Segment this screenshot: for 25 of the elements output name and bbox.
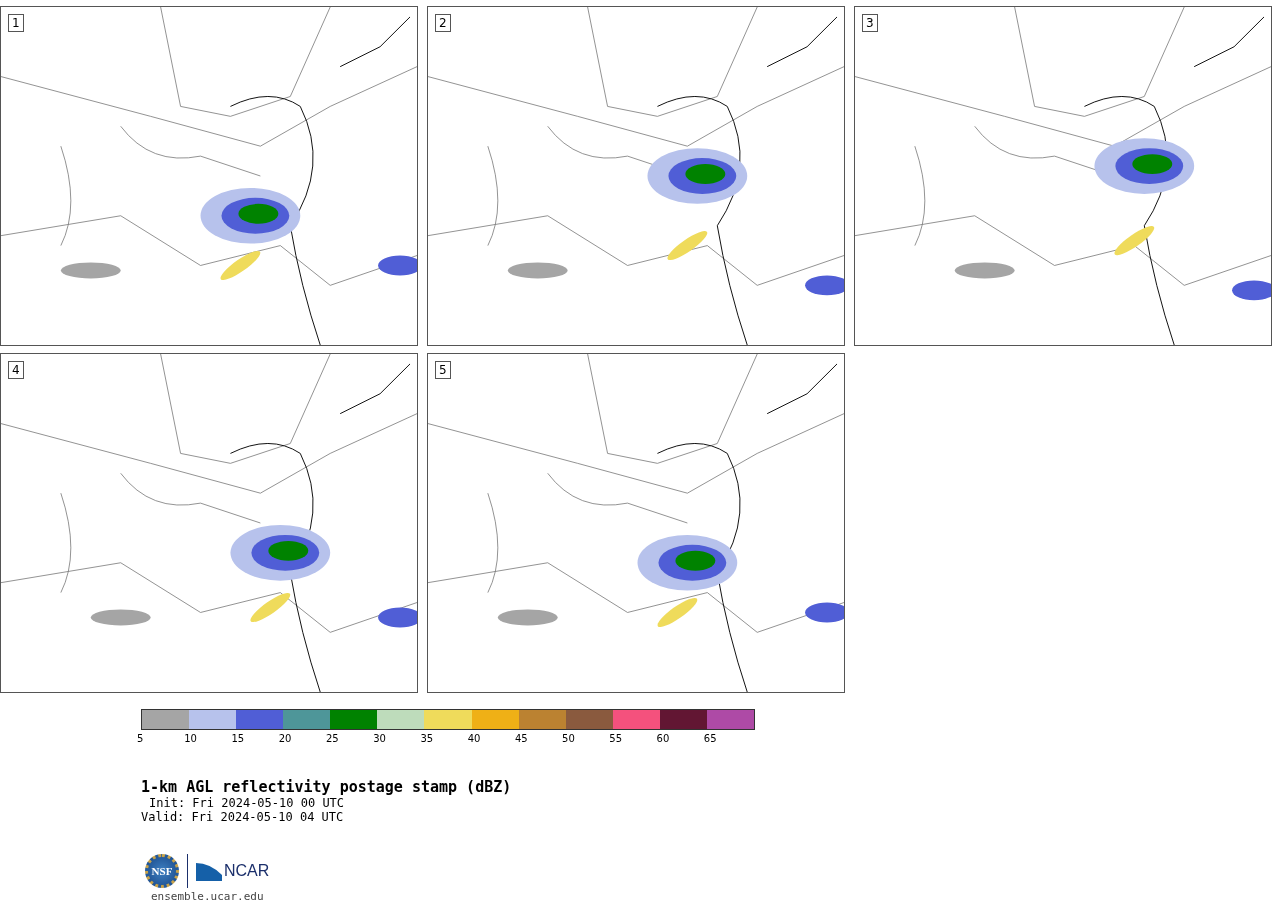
tick-label: 5 <box>137 733 144 744</box>
panel-number: 3 <box>862 14 878 32</box>
ncar-logo-text: NCAR <box>224 862 270 880</box>
tick-label: 20 <box>278 733 292 744</box>
panel-number: 5 <box>435 361 451 379</box>
tick-label: 65 <box>703 733 717 744</box>
tick-label: 30 <box>373 733 386 744</box>
panel-number: 4 <box>8 361 24 379</box>
nsf-logo: NSF <box>145 854 179 888</box>
valid-time: Valid: Fri 2024-05-10 04 UTC <box>141 810 344 824</box>
panel-number: 2 <box>435 14 451 32</box>
tick-label: 45 <box>514 733 528 744</box>
site-url: ensemble.ucar.edu <box>151 890 265 903</box>
chart-title: 1-km AGL reflectivity postage stamp (dBZ) <box>141 778 512 796</box>
init-time: Init: Fri 2024-05-10 00 UTC <box>148 796 345 810</box>
tick-label: 15 <box>231 733 245 744</box>
tick-label: 25 <box>325 733 339 744</box>
tick-label: 60 <box>656 733 670 744</box>
panel-number: 1 <box>8 14 24 32</box>
wave-icon <box>196 861 222 881</box>
tick-label: 35 <box>420 733 434 744</box>
tick-label: 50 <box>562 733 575 744</box>
tick-label: 10 <box>184 733 197 744</box>
tick-label: 55 <box>609 733 623 744</box>
tick-label: 40 <box>467 733 481 744</box>
